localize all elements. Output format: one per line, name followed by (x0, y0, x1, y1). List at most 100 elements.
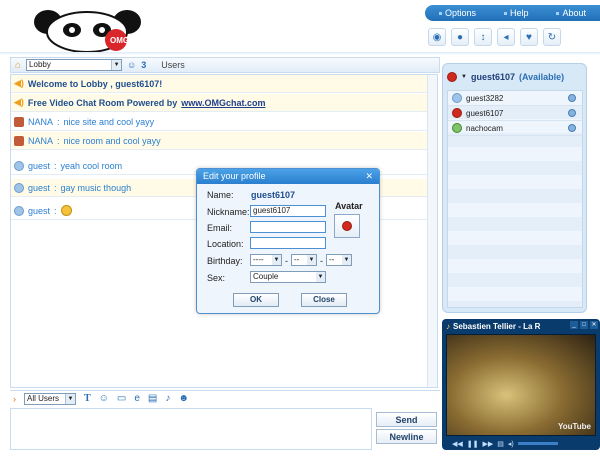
webcam-icon[interactable]: ● (451, 28, 469, 46)
room-bar: ⌂ Lobby ▼ ☺ 3 Users (10, 57, 440, 73)
pause-icon[interactable]: ❚❚ (467, 440, 479, 448)
guest-avatar-icon (452, 93, 462, 103)
browser-icon[interactable]: e (134, 393, 140, 404)
system-message: ◀) Welcome to Lobby , guest6107! (11, 75, 428, 93)
menu-about[interactable]: About (556, 8, 586, 18)
profile-icon[interactable] (568, 109, 576, 117)
user-row[interactable]: guest3282 (448, 91, 582, 106)
birthday-day-select[interactable]: -- ▼ (326, 254, 352, 266)
dialog-title: Edit your profile (203, 171, 266, 181)
site-link[interactable]: www.OMGchat.com (181, 98, 265, 108)
close-icon[interactable]: ✕ (365, 169, 373, 184)
volume-icon[interactable]: ◂ (497, 28, 515, 46)
rewind-icon[interactable]: ◀◀ (452, 440, 463, 448)
birthday-month-select[interactable]: -- ▼ (291, 254, 317, 266)
profile-dialog: Edit your profile ✕ Name: guest6107 Nick… (196, 168, 380, 314)
maximize-icon[interactable]: □ (580, 321, 588, 329)
heart-icon[interactable]: ♥ (520, 28, 538, 46)
panda-logo: OMG (34, 10, 141, 52)
profile-icon[interactable] (568, 94, 576, 102)
recipient-select[interactable]: All Users ▼ (24, 392, 76, 405)
font-icon[interactable]: T (84, 393, 91, 404)
menu-help[interactable]: Help (503, 8, 529, 18)
add-user-icon[interactable]: ☻ (178, 393, 189, 404)
birthday-label: Birthday: (207, 256, 243, 266)
document-icon[interactable]: ▤ (148, 393, 157, 404)
users-count-icon: ☺ (127, 60, 137, 70)
current-user-header: ▼ guest6107 (Available) (447, 68, 582, 86)
apple-avatar-icon (452, 108, 462, 118)
close-button[interactable]: Close (301, 293, 347, 307)
header-divider (0, 52, 600, 55)
volume-icon[interactable]: ◂) (508, 440, 514, 448)
youtube-watermark: YouTube (557, 422, 591, 431)
sex-select[interactable]: Couple ▼ (250, 271, 326, 283)
chevron-down-icon: ▼ (111, 60, 122, 70)
speaker-icon: ◀) (14, 97, 24, 107)
location-field[interactable] (250, 237, 326, 249)
input-toolbar: › All Users ▼ T ☺ ▭ e ▤ ♪ ☻ (10, 390, 440, 406)
music-icon[interactable]: ♪ (165, 393, 170, 404)
user-row[interactable]: nachocam (448, 121, 582, 136)
forward-icon[interactable]: ▶▶ (483, 440, 494, 448)
users-count: 3 (141, 60, 147, 70)
guest-avatar-icon (14, 205, 24, 216)
chevron-down-icon: ▼ (65, 393, 75, 404)
smiley-icon[interactable]: ☺ (99, 393, 109, 404)
name-label: Name: (207, 190, 234, 200)
top-menu: Options Help About (425, 5, 600, 21)
video-window-controls: _ □ ✕ (570, 321, 598, 329)
ok-button[interactable]: OK (233, 293, 279, 307)
speaker-icon: ◀) (14, 78, 24, 88)
gamepad-icon[interactable]: ◉ (428, 28, 446, 46)
home-icon[interactable]: ⌂ (15, 60, 21, 71)
status-dropdown-icon[interactable]: ▼ (461, 74, 467, 80)
users-label[interactable]: Users (161, 60, 185, 70)
music-note-icon: ♪ (446, 322, 450, 331)
close-icon[interactable]: ✕ (590, 321, 598, 329)
email-field[interactable] (250, 221, 326, 233)
user-avatar-icon (14, 116, 24, 127)
refresh-icon[interactable]: ↻ (543, 28, 561, 46)
guest-avatar-icon (14, 182, 24, 193)
apple-avatar-icon (447, 72, 457, 82)
chat-scrollbar[interactable] (427, 75, 437, 387)
chat-message: NANA: nice room and cool yayy (11, 132, 428, 150)
send-button[interactable]: Send (376, 412, 437, 427)
video-screen[interactable]: YouTube (446, 334, 596, 436)
current-user-name: guest6107 (470, 72, 515, 82)
email-label: Email: (207, 223, 233, 233)
user-list: guest3282 guest6107 nachocam (447, 90, 583, 308)
minimize-icon[interactable]: _ (570, 321, 578, 329)
screen-icon[interactable]: ▭ (117, 393, 126, 404)
status-text[interactable]: (Available) (519, 72, 564, 82)
dialog-titlebar: Edit your profile ✕ (197, 169, 379, 184)
sex-label: Sex: (207, 273, 226, 283)
menu-options[interactable]: Options (438, 8, 476, 18)
user-row[interactable]: guest6107 (448, 106, 582, 121)
newline-button[interactable]: Newline (376, 429, 437, 444)
chat-message: NANA: nice site and cool yayy (11, 113, 428, 131)
volume-slider[interactable] (517, 442, 558, 445)
name-value: guest6107 (251, 190, 296, 200)
nickname-field[interactable]: guest6107 (250, 205, 326, 217)
user-avatar-icon (14, 135, 24, 146)
avatar-label: Avatar (335, 201, 363, 211)
webcam-user-icon (452, 123, 462, 133)
apple-avatar-icon (342, 221, 352, 231)
nickname-label: Nickname: (207, 207, 250, 217)
message-input[interactable] (10, 408, 372, 450)
room-select[interactable]: Lobby ▼ (26, 59, 123, 71)
video-player: ♪ Sebastien Tellier - La R _ □ ✕ YouTube… (442, 319, 600, 450)
top-bar: OMG Options Help About ◉ ● ↕ ◂ ♥ ↻ (0, 0, 600, 55)
guest-avatar-icon (14, 160, 24, 171)
video-title: Sebastien Tellier - La R (453, 322, 541, 331)
toolbar: ◉ ● ↕ ◂ ♥ ↻ (428, 28, 561, 46)
users-panel: ▼ guest6107 (Available) guest3282 guest6… (442, 63, 587, 313)
birthday-year-select[interactable]: ---- ▼ (250, 254, 282, 266)
arrow-right-icon: › (13, 393, 16, 404)
resize-icon[interactable]: ↕ (474, 28, 492, 46)
playlist-icon[interactable]: ▤ (497, 440, 504, 448)
avatar-picker[interactable] (334, 214, 360, 238)
profile-icon[interactable] (568, 124, 576, 132)
